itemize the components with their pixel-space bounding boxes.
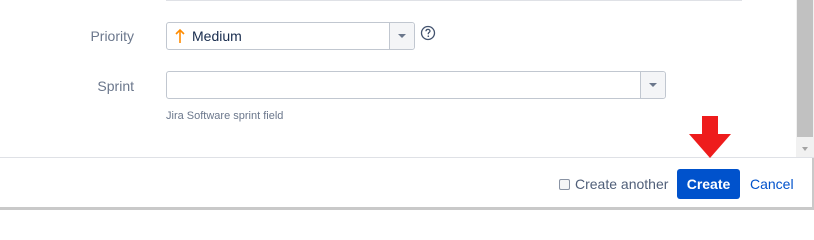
cancel-link[interactable]: Cancel bbox=[750, 176, 794, 192]
red-down-arrow-icon bbox=[689, 116, 731, 158]
vertical-scrollbar[interactable] bbox=[796, 0, 814, 157]
priority-label: Priority bbox=[90, 28, 134, 44]
priority-selected-value: Medium bbox=[174, 23, 242, 49]
sprint-label: Sprint bbox=[97, 78, 134, 94]
sprint-dropdown-button[interactable] bbox=[640, 72, 665, 98]
sprint-select[interactable] bbox=[166, 71, 666, 99]
scroll-down-button[interactable] bbox=[796, 140, 814, 157]
create-button[interactable]: Create bbox=[677, 169, 740, 199]
create-another-label: Create another bbox=[575, 176, 669, 192]
priority-value-text: Medium bbox=[192, 28, 242, 44]
checkbox-icon[interactable] bbox=[559, 178, 570, 190]
create-another-checkbox[interactable]: Create another bbox=[559, 176, 668, 192]
create-issue-dialog: Priority Medium Sprint Jira Software spr… bbox=[0, 0, 814, 210]
field-divider bbox=[166, 0, 742, 1]
question-circle-icon[interactable] bbox=[420, 25, 436, 41]
dialog-content: Priority Medium Sprint Jira Software spr… bbox=[0, 0, 796, 157]
priority-dropdown-button[interactable] bbox=[389, 23, 414, 49]
chevron-down-icon bbox=[649, 83, 657, 87]
chevron-down-icon bbox=[398, 34, 406, 38]
dialog-footer: Create another Create Cancel bbox=[0, 157, 814, 210]
scroll-down-icon bbox=[802, 146, 808, 151]
scrollbar-thumb[interactable] bbox=[797, 0, 813, 137]
arrow-up-icon bbox=[175, 28, 185, 43]
dialog-edge bbox=[0, 207, 814, 210]
priority-select[interactable]: Medium bbox=[166, 22, 415, 50]
sprint-field-description: Jira Software sprint field bbox=[166, 110, 284, 122]
